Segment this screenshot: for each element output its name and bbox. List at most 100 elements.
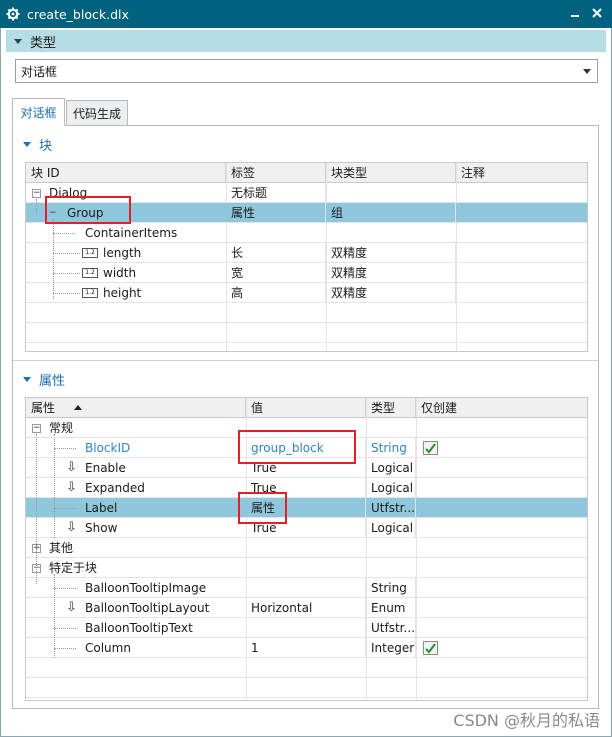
block-id: width <box>103 266 137 280</box>
tree-line <box>53 219 54 299</box>
col-property-label: 属性 <box>31 401 56 415</box>
property-name: Column <box>85 641 131 655</box>
property-name: Enable <box>85 461 126 475</box>
block-group-header[interactable]: 块 <box>23 135 52 154</box>
block-type: 组 <box>326 203 456 223</box>
block-label: 无标题 <box>226 183 326 203</box>
col-create-only[interactable]: 仅创建 <box>416 398 587 418</box>
window-title: create_block.dlx <box>27 6 129 22</box>
category-label: 特定于块 <box>49 561 98 575</box>
tree-line <box>54 574 55 658</box>
property-grid-header: 属性 值 类型 仅创建 <box>26 398 587 418</box>
block-label: 高 <box>226 283 326 303</box>
tree-line <box>53 273 80 274</box>
properties-group-header[interactable]: 属性 <box>23 370 65 389</box>
tree-row-empty <box>26 323 587 343</box>
arrow-down-icon: ⇩ <box>66 520 77 535</box>
property-name: Show <box>85 521 118 535</box>
arrow-down-icon: ⇩ <box>66 480 77 495</box>
tree-line <box>53 293 80 294</box>
block-tree-grid: 块 ID 标签 块类型 注释 − Dialog 无标题 − Group 属性 组… <box>25 162 588 352</box>
property-value-input[interactable] <box>246 578 366 598</box>
tree-row-height[interactable]: 1.2 height 高 双精度 <box>26 283 587 303</box>
block-type: 双精度 <box>326 263 456 283</box>
close-icon[interactable] <box>590 6 604 20</box>
property-type: Logical <box>366 478 416 498</box>
tree-line <box>54 648 76 649</box>
tab-code-generation[interactable]: 代码生成 <box>66 100 128 126</box>
category-row-specific[interactable]: − 特定于块 <box>26 558 587 578</box>
gear-icon[interactable] <box>6 7 20 21</box>
property-row-balloontooltiplayout[interactable]: ⇩ BalloonTooltipLayout Horizontal Enum <box>26 598 587 618</box>
col-property[interactable]: 属性 <box>26 398 246 418</box>
tree-line <box>54 508 76 509</box>
block-label: 宽 <box>226 263 326 283</box>
highlight-box <box>238 492 287 524</box>
tree-row-containeritems[interactable]: ContainerItems <box>26 223 587 243</box>
property-name: BalloonTooltipImage <box>85 581 207 595</box>
double-type-icon: 1.2 <box>82 248 98 258</box>
block-id: height <box>103 286 142 300</box>
property-row-balloontooltiptext[interactable]: BalloonTooltipText Utfstr... <box>26 618 587 638</box>
block-label: 属性 <box>226 203 326 223</box>
collapse-caret-icon <box>14 38 22 44</box>
property-row-empty <box>26 658 587 678</box>
block-grid-header: 块 ID 标签 块类型 注释 <box>26 163 587 183</box>
arrow-down-icon: ⇩ <box>66 460 77 475</box>
block-type: 双精度 <box>326 243 456 263</box>
col-block-id[interactable]: 块 ID <box>26 163 226 183</box>
dialog-type-value: 对话框 <box>21 64 58 79</box>
property-type: Logical <box>366 458 416 478</box>
tree-row-length[interactable]: 1.2 length 长 双精度 <box>26 243 587 263</box>
create-only-check-icon[interactable] <box>423 641 438 655</box>
minimize-icon[interactable] <box>568 6 582 20</box>
col-type[interactable]: 类型 <box>366 398 416 418</box>
property-name: Expanded <box>85 481 145 495</box>
col-comment[interactable]: 注释 <box>456 163 587 183</box>
col-block-type[interactable]: 块类型 <box>326 163 456 183</box>
title-bar: create_block.dlx <box>0 0 612 28</box>
category-row-other[interactable]: + 其他 <box>26 538 587 558</box>
property-value-input[interactable]: Horizontal <box>246 598 366 618</box>
property-type: Integer <box>366 638 416 658</box>
tree-line <box>53 233 75 234</box>
property-type: Utfstr... <box>366 498 416 518</box>
block-type: 双精度 <box>326 283 456 303</box>
property-type: Enum <box>366 598 416 618</box>
property-row-column[interactable]: Column 1 Integer <box>26 638 587 658</box>
col-value[interactable]: 值 <box>246 398 366 418</box>
property-row-expanded[interactable]: ⇩ Expanded True Logical <box>26 478 587 498</box>
tree-line <box>36 434 37 584</box>
highlight-box <box>45 196 131 224</box>
property-name: BalloonTooltipLayout <box>85 601 210 615</box>
collapse-toggle-icon[interactable]: − <box>32 189 41 198</box>
category-label: 常规 <box>49 421 74 435</box>
tab-dialog[interactable]: 对话框 <box>12 98 65 126</box>
property-row-balloontooltipimage[interactable]: BalloonTooltipImage String <box>26 578 587 598</box>
property-name: Label <box>85 501 118 515</box>
property-value-input[interactable]: 1 <box>246 638 366 658</box>
col-label[interactable]: 标签 <box>226 163 326 183</box>
property-type: Logical <box>366 518 416 538</box>
sort-ascending-icon[interactable] <box>74 405 82 410</box>
block-label: 长 <box>226 243 326 263</box>
collapse-toggle-icon[interactable]: − <box>32 424 41 433</box>
tree-line <box>36 199 37 213</box>
block-group-label: 块 <box>39 139 53 154</box>
dialog-type-select[interactable]: 对话框 <box>15 59 598 83</box>
property-row-show[interactable]: ⇩ Show True Logical <box>26 518 587 538</box>
create-only-check-icon[interactable] <box>423 441 438 455</box>
tree-row-width[interactable]: 1.2 width 宽 双精度 <box>26 263 587 283</box>
property-row-label[interactable]: Label 属性 Utfstr... <box>26 498 587 518</box>
property-value-input[interactable] <box>246 618 366 638</box>
tree-line <box>54 448 76 449</box>
collapse-caret-icon <box>23 142 31 147</box>
type-section-header[interactable]: 类型 <box>6 30 606 52</box>
tab-panel: 块 块 ID 标签 块类型 注释 − Dialog 无标题 − Group 属性… <box>12 125 599 709</box>
block-id: length <box>103 246 142 260</box>
tree-line <box>54 628 76 629</box>
double-type-icon: 1.2 <box>82 288 98 298</box>
dropdown-arrow-icon[interactable] <box>583 69 591 74</box>
property-name: BlockID <box>85 441 131 455</box>
category-label: 其他 <box>49 541 74 555</box>
